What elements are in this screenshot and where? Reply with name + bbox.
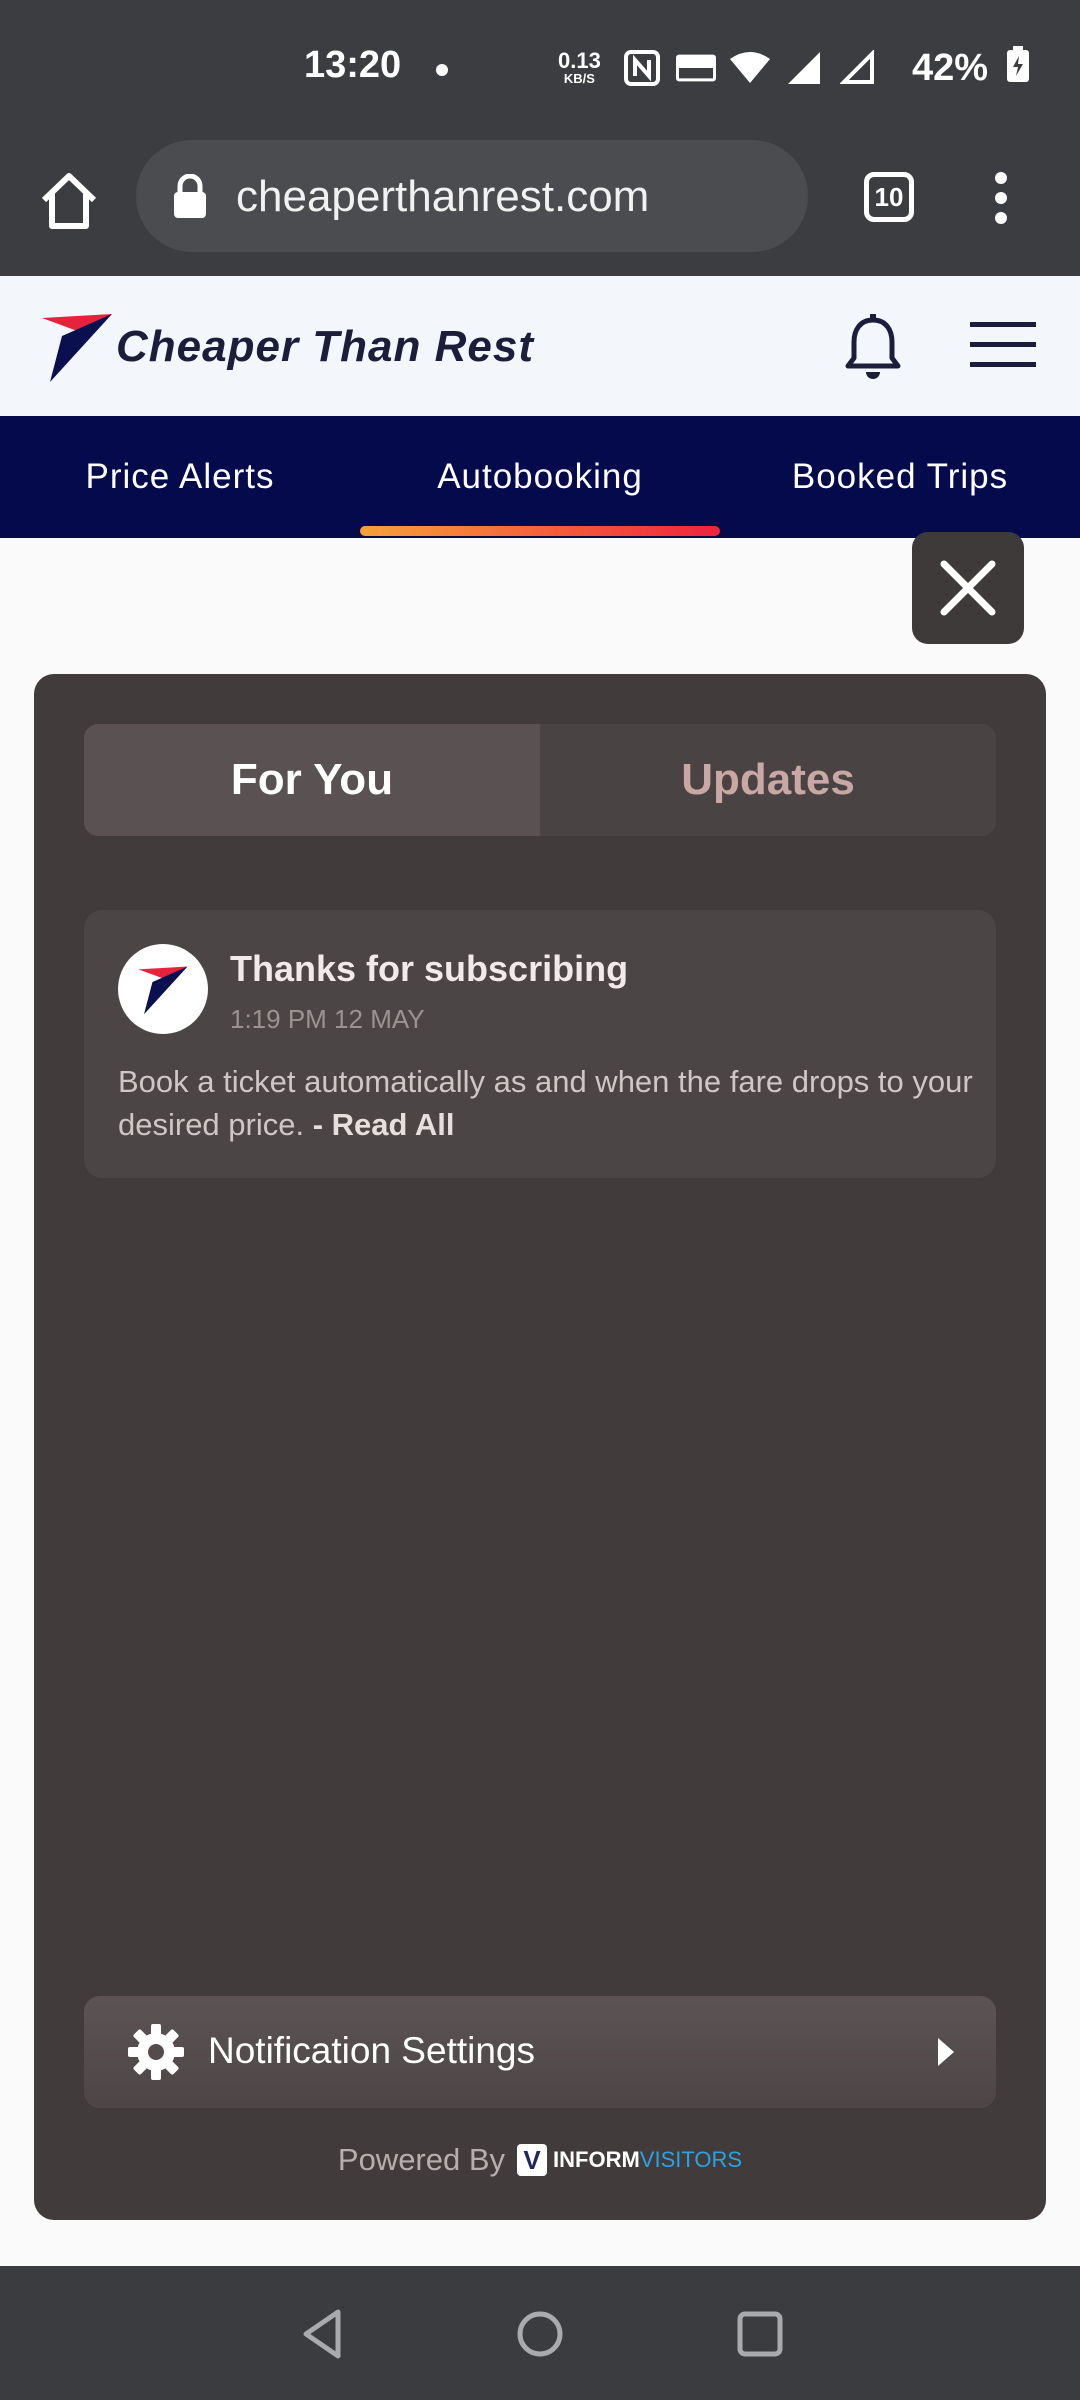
gear-icon	[126, 2022, 186, 2082]
wifi-icon	[730, 48, 770, 88]
lock-icon	[172, 173, 208, 218]
browser-toolbar: cheaperthanrest.com 10	[0, 138, 1080, 276]
chevron-right-icon	[934, 2034, 958, 2070]
brand-logo-icon	[138, 966, 188, 1015]
system-nav-bar	[0, 2266, 1080, 2400]
notification-title: Thanks for subscribing	[230, 948, 629, 989]
notification-dot-icon	[436, 64, 448, 76]
address-bar[interactable]: cheaperthanrest.com	[136, 140, 808, 252]
panel-tabs: For You Updates	[84, 724, 996, 836]
recents-icon[interactable]	[732, 2306, 788, 2362]
vowifi-icon	[676, 48, 716, 88]
network-speed-unit: KB/S	[563, 71, 595, 86]
close-icon	[940, 560, 996, 616]
tab-for-you[interactable]: For You	[84, 724, 540, 836]
tab-updates[interactable]: Updates	[540, 724, 996, 836]
notification-time: 1:19 PM 12 MAY	[230, 1004, 425, 1034]
status-time: 13:20	[304, 44, 402, 86]
avatar	[118, 944, 208, 1034]
hamburger-icon[interactable]	[966, 318, 1040, 372]
battery-charging-icon	[1006, 46, 1029, 82]
close-panel-button[interactable]	[912, 532, 1024, 644]
tab-price-alerts[interactable]: Price Alerts	[40, 416, 320, 538]
battery-percent: 42%	[912, 47, 989, 89]
network-speed: 0.13 KB/S	[558, 50, 601, 88]
read-all-link[interactable]: - Read All	[313, 1107, 455, 1142]
tab-autobooking[interactable]: Autobooking	[360, 416, 720, 538]
signal-2-icon	[838, 48, 878, 88]
tabs-icon[interactable]: 10	[864, 172, 914, 222]
notification-panel: For You Updates Thanks for subscribing 1…	[34, 674, 1046, 2220]
tab-booked-trips[interactable]: Booked Trips	[760, 416, 1040, 538]
battery-level: 42%	[912, 46, 1031, 90]
active-tab-indicator	[360, 526, 720, 536]
powered-by-text: Powered By	[337, 2142, 506, 2177]
informvisitors-logo[interactable]: V INFORM VISITORS	[517, 2144, 742, 2176]
notification-card[interactable]: Thanks for subscribing 1:19 PM 12 MAY Bo…	[84, 910, 996, 1178]
status-icons	[622, 48, 878, 88]
notification-body: Book a ticket automatically as and when …	[118, 1060, 978, 1146]
site-header: Cheaper Than Rest	[0, 276, 1080, 416]
informvisitors-brand-a: INFORM	[553, 2147, 640, 2172]
brand-logo-icon[interactable]	[40, 310, 114, 382]
url-text: cheaperthanrest.com	[236, 172, 650, 221]
home-icon[interactable]	[36, 168, 102, 234]
signal-icon	[784, 48, 824, 88]
status-bar: 13:20 0.13 KB/S 42%	[0, 0, 1080, 138]
nfc-icon	[622, 48, 662, 88]
notification-text: Book a ticket automatically as and when …	[118, 1064, 973, 1142]
informvisitors-brand-b: VISITORS	[639, 2147, 743, 2172]
notification-settings-button[interactable]: Notification Settings	[84, 1996, 996, 2108]
back-icon[interactable]	[296, 2306, 352, 2362]
notification-settings-label: Notification Settings	[208, 2030, 536, 2071]
informvisitors-mark-icon: V	[517, 2144, 548, 2176]
powered-by: Powered By V INFORM VISITORS	[34, 2142, 1046, 2178]
more-vert-icon[interactable]	[986, 168, 1016, 228]
home-nav-icon[interactable]	[512, 2306, 568, 2362]
brand-name[interactable]: Cheaper Than Rest	[116, 322, 534, 372]
site-nav-tabs: Price Alerts Autobooking Booked Trips	[0, 416, 1080, 538]
bell-icon[interactable]	[838, 312, 908, 384]
